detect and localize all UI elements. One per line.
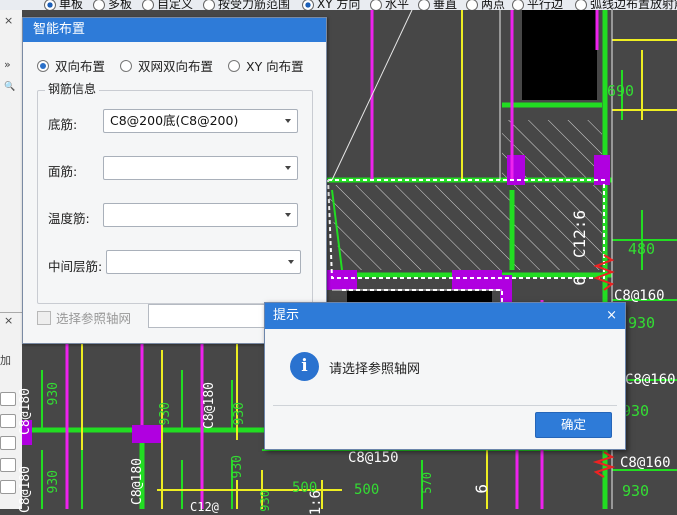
side-field[interactable] bbox=[0, 458, 16, 472]
divider bbox=[273, 405, 617, 406]
cad-label: C8@180 bbox=[18, 388, 33, 435]
middle-layer-rebar-label: 中间层筋: bbox=[48, 259, 103, 274]
divider bbox=[0, 312, 22, 313]
temperature-rebar-label: 温度筋: bbox=[48, 211, 90, 226]
radio-icon bbox=[370, 0, 382, 10]
cad-label: C8@180 bbox=[18, 466, 33, 513]
cad-label: 6 bbox=[570, 276, 589, 286]
cad-label: 930 bbox=[46, 470, 61, 494]
top-rebar-select[interactable] bbox=[103, 156, 298, 180]
cad-label: 930 bbox=[628, 314, 656, 332]
radio-icon bbox=[120, 59, 132, 72]
cad-label: 690 bbox=[607, 82, 635, 100]
cad-label: C8@180 bbox=[202, 382, 217, 429]
side-field[interactable] bbox=[0, 480, 16, 494]
info-icon: i bbox=[290, 352, 319, 381]
dialog-title-bar[interactable]: 提示 × bbox=[265, 303, 625, 329]
reference-axis-field[interactable] bbox=[148, 304, 268, 328]
side-field[interactable] bbox=[0, 414, 16, 428]
top-rebar-label: 面筋: bbox=[48, 164, 78, 179]
cad-label: 930 bbox=[622, 402, 650, 420]
radio-icon bbox=[512, 0, 524, 10]
cad-label: C8@150 bbox=[348, 450, 399, 466]
cad-label: 930 bbox=[232, 402, 247, 426]
bottom-rebar-label: 底筋: bbox=[48, 117, 78, 132]
chevron-down-icon bbox=[285, 213, 291, 217]
cad-label: 930 bbox=[230, 455, 245, 479]
cad-label: 6 bbox=[472, 484, 491, 494]
cad-label: 930 bbox=[622, 482, 650, 500]
cad-label: 570 bbox=[420, 472, 434, 494]
radio-icon bbox=[418, 0, 430, 10]
close-icon[interactable]: × bbox=[606, 303, 617, 329]
cad-label: C12:6 bbox=[570, 210, 589, 259]
radio-icon bbox=[302, 0, 314, 10]
radio-bidirectional[interactable]: 双向布置 bbox=[37, 56, 105, 75]
cad-label: 1:6 bbox=[308, 490, 324, 515]
side-cut-text: 加 bbox=[0, 354, 11, 367]
radio-icon bbox=[228, 59, 240, 72]
side-field[interactable] bbox=[0, 436, 16, 450]
cad-label: C8@160 bbox=[620, 455, 671, 471]
middle-layer-rebar-select[interactable] bbox=[106, 250, 301, 274]
side-field[interactable] bbox=[0, 392, 16, 406]
radio-icon bbox=[466, 0, 478, 10]
checkbox-icon bbox=[37, 310, 51, 325]
ok-button[interactable]: 确定 bbox=[535, 412, 612, 438]
chevron-down-icon bbox=[288, 260, 294, 264]
radio-icon bbox=[93, 0, 105, 10]
panel-title: 智能布置 bbox=[33, 22, 86, 37]
reference-axis-checkbox[interactable]: 选择参照轴网 bbox=[37, 308, 131, 327]
cad-label: 480 bbox=[628, 240, 656, 258]
cad-label: C8@160 bbox=[625, 372, 676, 388]
cad-label: 930 bbox=[46, 382, 61, 406]
radio-icon bbox=[142, 0, 154, 10]
radio-icon bbox=[37, 59, 49, 72]
chevron-down-icon bbox=[285, 166, 291, 170]
smart-layout-panel: 智能布置 双向布置 双网双向布置 XY 向布置 钢筋信息 底筋: C8@200底… bbox=[22, 17, 327, 344]
temperature-rebar-select[interactable] bbox=[103, 203, 298, 227]
search-icon[interactable]: 🔍 bbox=[4, 82, 15, 92]
close-icon[interactable]: × bbox=[4, 14, 13, 27]
expand-arrows-icon[interactable]: » bbox=[4, 58, 11, 71]
bottom-rebar-select[interactable]: C8@200底(C8@200) bbox=[103, 109, 298, 133]
radio-icon bbox=[575, 0, 587, 10]
cad-label: 500 bbox=[354, 482, 380, 498]
dialog-title: 提示 bbox=[273, 308, 300, 323]
close-icon[interactable]: × bbox=[4, 314, 13, 327]
radio-xy-layout[interactable]: XY 向布置 bbox=[228, 56, 304, 75]
radio-icon bbox=[203, 0, 215, 10]
cad-label: C8@180 bbox=[130, 458, 145, 505]
chevron-down-icon bbox=[285, 119, 291, 123]
radio-double-net-bidirectional[interactable]: 双网双向布置 bbox=[120, 56, 213, 75]
prompt-dialog: 提示 × i 请选择参照轴网 确定 bbox=[264, 302, 626, 450]
cad-label: 930 bbox=[258, 490, 272, 512]
cad-label: C12@ bbox=[190, 500, 219, 514]
cad-label: 930 bbox=[158, 402, 173, 426]
panel-title-bar[interactable]: 智能布置 bbox=[23, 18, 326, 42]
dialog-message: 请选择参照轴网 bbox=[329, 362, 421, 377]
radio-icon bbox=[44, 0, 56, 10]
rebar-info-title: 钢筋信息 bbox=[45, 80, 100, 97]
